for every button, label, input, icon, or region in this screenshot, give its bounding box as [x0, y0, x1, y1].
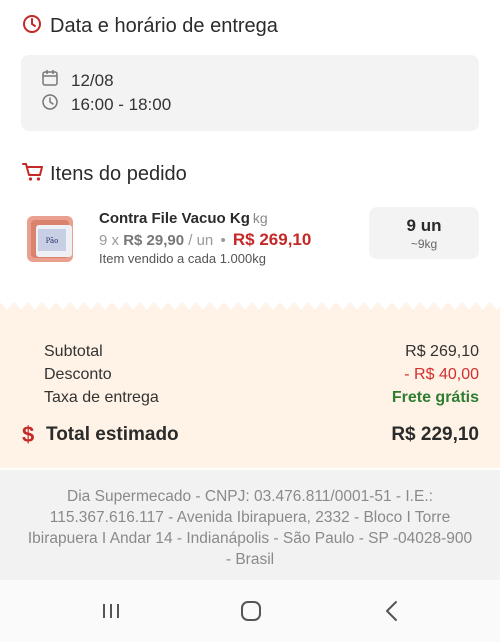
svg-text:Pão: Pão	[46, 237, 59, 245]
product-name-text: Contra File Vacuo Kg	[99, 210, 250, 227]
clock-icon	[22, 14, 42, 39]
total-row: $ Total estimado R$ 229,10	[22, 422, 479, 448]
system-navigation-bar	[0, 580, 500, 642]
delivery-fee-row: Taxa de entrega Frete grátis	[44, 389, 479, 407]
items-section-header: Itens do pedido	[22, 160, 187, 188]
product-quantity-prefix: 9 x	[99, 232, 120, 249]
product-image: Pão	[22, 211, 78, 267]
quantity-weight: ~9kg	[410, 237, 438, 251]
clock-icon	[41, 93, 59, 116]
back-icon[interactable]	[377, 596, 407, 626]
product-price-line: 9 x R$ 29,90 / un • R$ 269,10	[99, 230, 311, 250]
delivery-fee-label: Taxa de entrega	[44, 389, 159, 406]
delivery-date: 12/08	[71, 70, 114, 90]
summary-zigzag-edge	[0, 302, 500, 310]
dollar-icon: $	[22, 422, 35, 447]
delivery-title: Data e horário de entrega	[50, 14, 278, 37]
cart-icon	[22, 162, 44, 187]
quantity-label: 9 un	[406, 216, 442, 235]
product-note: Item vendido a cada 1.000kg	[99, 251, 266, 266]
product-unit-price: R$ 29,90	[123, 232, 185, 249]
delivery-time-row: 16:00 - 18:00	[41, 93, 171, 116]
subtotal-label: Subtotal	[44, 343, 103, 360]
recent-apps-icon[interactable]	[96, 596, 126, 626]
total-value: R$ 229,10	[391, 424, 479, 445]
product-unit-suffix: / un	[188, 232, 214, 249]
product-name: Contra File Vacuo Kg kg	[99, 210, 268, 227]
discount-label: Desconto	[44, 366, 112, 383]
quantity-box[interactable]: 9 un ~9kg	[369, 207, 479, 259]
total-label: Total estimado	[46, 424, 179, 445]
home-icon[interactable]	[236, 596, 266, 626]
discount-value: - R$ 40,00	[404, 366, 479, 383]
delivery-time: 16:00 - 18:00	[71, 94, 172, 114]
delivery-card: 12/08 16:00 - 18:00	[21, 55, 479, 131]
delivery-section-header: Data e horário de entrega	[22, 12, 278, 40]
company-info-footer: Dia Supermecado - CNPJ: 03.476.811/0001-…	[0, 470, 500, 580]
price-separator: •	[220, 232, 226, 249]
order-summary: Subtotal R$ 269,10 Desconto - R$ 40,00 T…	[0, 302, 500, 468]
items-title: Itens do pedido	[50, 162, 187, 185]
product-line-total: R$ 269,10	[232, 230, 312, 249]
subtotal-row: Subtotal R$ 269,10	[44, 343, 479, 361]
discount-row: Desconto - R$ 40,00	[44, 366, 479, 384]
calendar-icon	[41, 69, 59, 92]
list-item: Pão Contra File Vacuo Kg kg 9 x R$ 29,90 …	[22, 207, 480, 269]
product-unit: kg	[252, 210, 268, 226]
delivery-date-row: 12/08	[41, 69, 114, 92]
delivery-fee-value: Frete grátis	[391, 389, 479, 406]
subtotal-value: R$ 269,10	[405, 343, 479, 360]
